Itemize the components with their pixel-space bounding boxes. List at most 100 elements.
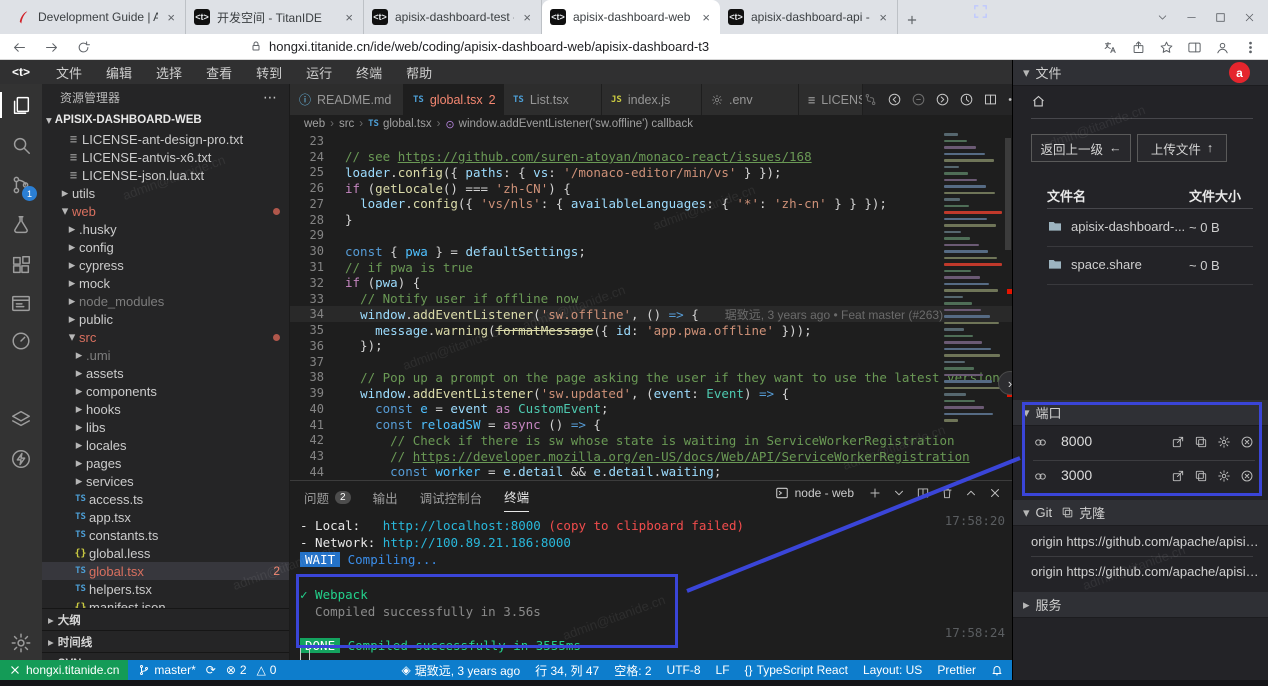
window-close-button[interactable] [1235, 3, 1264, 31]
settings-icon[interactable] [1217, 469, 1231, 483]
code-line[interactable]: 29 [290, 228, 1012, 244]
split-terminal-icon[interactable] [916, 486, 930, 500]
bell-icon[interactable] [991, 664, 1003, 676]
sidebar-section-2[interactable]: ▸时间线 [42, 630, 289, 653]
file-tree-item[interactable]: TSaccess.ts [42, 490, 289, 508]
code-line[interactable]: 40 const e = event as CustomEvent; [290, 401, 1012, 417]
go-up-button[interactable]: 返回上一级 ← [1031, 134, 1131, 162]
file-row[interactable]: apisix-dashboard-... [1047, 218, 1185, 234]
activity-files-icon[interactable] [10, 94, 32, 116]
port-row[interactable]: 8000 [1013, 428, 1268, 458]
code-line[interactable]: 28} [290, 212, 1012, 228]
code-line[interactable]: 37 [290, 354, 1012, 370]
eol[interactable]: LF [716, 663, 730, 677]
file-row[interactable]: space.share [1047, 256, 1142, 272]
dropdown-icon[interactable] [892, 486, 906, 500]
language-mode[interactable]: {}TypeScript React [745, 663, 848, 677]
url-text[interactable]: hongxi.titanide.cn/ide/web/coding/apisix… [269, 34, 709, 59]
file-tree-item[interactable]: ▸.husky [42, 220, 289, 238]
code-line[interactable]: 41 const reloadSW = async () => { [290, 417, 1012, 433]
services-section-header[interactable]: ▸ 服务 [1013, 592, 1268, 618]
open-external-icon[interactable] [1171, 435, 1185, 449]
file-tree-item[interactable]: ▸.umi [42, 346, 289, 364]
panel-tab[interactable]: 输出 [373, 488, 398, 512]
new-tab-button[interactable] [898, 6, 926, 34]
code-line[interactable]: 26if (getLocale() === 'zh-CN') { [290, 180, 1012, 196]
settings-icon[interactable] [1217, 435, 1231, 449]
menu-item[interactable]: 帮助 [394, 63, 444, 82]
upload-file-button[interactable]: 上传文件 ↑ [1137, 134, 1227, 162]
file-tree-item[interactable]: {}global.less [42, 544, 289, 562]
menu-item[interactable]: 选择 [144, 63, 194, 82]
fullscreen-icon[interactable] [972, 3, 989, 20]
code-line[interactable]: 24// see https://github.com/suren-atoyan… [290, 149, 1012, 165]
menu-item[interactable]: 转到 [244, 63, 294, 82]
activity-layers-icon[interactable] [10, 408, 32, 430]
browser-tab[interactable]: <t>apisix-dashboard-web - TitanI× [542, 0, 720, 34]
breadcrumb-item[interactable]: global.tsx [383, 118, 432, 130]
activity-search-icon[interactable] [10, 134, 32, 156]
panel-tab[interactable]: 调试控制台 [420, 488, 483, 512]
code-line[interactable]: 32if (pwa) { [290, 275, 1012, 291]
port-row[interactable]: 3000 [1013, 462, 1268, 492]
git-compare-icon[interactable] [863, 92, 878, 107]
activity-dial-icon[interactable] [10, 330, 32, 352]
activity-preview-icon[interactable] [10, 292, 32, 314]
code-line[interactable]: 25loader.config({ paths: { vs: '/monaco-… [290, 165, 1012, 181]
avatar-icon[interactable] [1215, 40, 1230, 55]
code-line[interactable]: 27 loader.config({ 'vs/nls': { available… [290, 196, 1012, 212]
terminal-output[interactable]: - Local: http://localhost:8000 (copy to … [300, 517, 1000, 655]
browser-tab[interactable]: <t>apisix-dashboard-api - TitanID× [720, 0, 898, 34]
menu-item[interactable]: 查看 [194, 63, 244, 82]
file-tree-item[interactable]: TSglobal.tsx2 [42, 562, 289, 580]
file-tree-item[interactable]: TSconstants.ts [42, 526, 289, 544]
git-section-header[interactable]: ▾ Git 克隆 [1013, 500, 1268, 526]
file-tree-item[interactable]: ≡LICENSE-ant-design-pro.txt [42, 130, 289, 148]
tab-close-icon[interactable]: × [165, 10, 177, 25]
file-tree-item[interactable]: ≡LICENSE-antvis-x6.txt [42, 148, 289, 166]
home-icon[interactable] [1031, 94, 1046, 109]
back-button[interactable] [12, 40, 27, 55]
duplicate-icon[interactable] [1194, 469, 1208, 483]
file-tree-item[interactable]: ▸locales [42, 436, 289, 454]
code-line[interactable]: 44 const worker = e.detail && e.detail.w… [290, 464, 1012, 480]
activity-bolt-icon[interactable] [10, 448, 32, 470]
git-branch-item[interactable]: master* [138, 663, 195, 677]
file-tree-item[interactable]: ▸public [42, 310, 289, 328]
project-root-row[interactable]: ▾ APISIX-DASHBOARD-WEB [42, 110, 289, 130]
editor-tab[interactable]: ⓘREADME.md [290, 84, 404, 115]
file-tree-item[interactable]: TShelpers.tsx [42, 580, 289, 598]
cursor-position[interactable]: 行 34, 列 47 [535, 662, 599, 679]
editor-tab[interactable]: TSList.tsx [504, 84, 602, 115]
menu-item[interactable]: 终端 [344, 63, 394, 82]
remote-indicator[interactable]: hongxi.titanide.cn [0, 660, 128, 680]
maximize-panel-icon[interactable] [964, 486, 978, 500]
activity-settings-gear-icon[interactable] [10, 632, 32, 654]
nav-dot-icon[interactable] [911, 92, 926, 107]
window-minimize-button[interactable] [1177, 3, 1206, 31]
user-badge[interactable]: a [1229, 62, 1250, 83]
file-tree-item[interactable]: ▾web [42, 202, 289, 220]
code-line[interactable]: 39 window.addEventListener('sw.updated',… [290, 385, 1012, 401]
ports-section-header[interactable]: ▾ 端口 [1013, 400, 1268, 426]
git-remote-row[interactable]: origin https://github.com/apache/apisix-… [1031, 564, 1259, 579]
panel-tab[interactable]: 终端 [504, 487, 529, 512]
indent-setting[interactable]: 空格: 2 [614, 662, 651, 679]
menu-item[interactable]: 运行 [294, 63, 344, 82]
sidebar-section-3[interactable]: ▸SVN [42, 652, 289, 660]
code-line[interactable]: 33 // Notify user if offline now [290, 291, 1012, 307]
file-tree-item[interactable]: ▸mock [42, 274, 289, 292]
share-icon[interactable] [1131, 40, 1146, 55]
breadcrumb[interactable]: web›src›TSglobal.tsx›⊙window.addEventLis… [290, 115, 1012, 133]
editor-tab[interactable]: TSglobal.tsx2× [404, 84, 504, 115]
code-line[interactable]: 23 [290, 133, 1012, 149]
menu-icon[interactable] [1243, 40, 1258, 55]
nav-back-icon[interactable] [887, 92, 902, 107]
file-tree-item[interactable]: {}manifest.json [42, 598, 289, 608]
menu-item[interactable]: 文件 [44, 63, 94, 82]
editor-tab[interactable]: JSindex.js [602, 84, 702, 115]
open-external-icon[interactable] [1171, 469, 1185, 483]
blame-item[interactable]: ◈琚致远, 3 years ago [402, 662, 521, 679]
code-line[interactable]: 36 }); [290, 338, 1012, 354]
formatter[interactable]: Prettier [937, 663, 976, 677]
